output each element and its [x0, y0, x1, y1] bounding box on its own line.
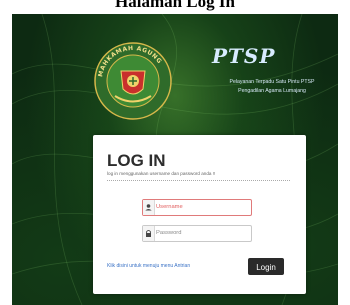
username-field[interactable] [142, 199, 252, 216]
login-screen: MAHKAMAH AGUNG PTSP Pelayanan Terpadu Sa… [12, 14, 338, 305]
password-input[interactable] [156, 227, 248, 239]
mahkamah-agung-emblem: MAHKAMAH AGUNG [94, 42, 172, 120]
login-subtitle: log in menggunakan username dan password… [107, 171, 216, 176]
ptsp-logo: PTSP [212, 44, 276, 68]
divider [107, 180, 290, 181]
user-icon [143, 200, 155, 215]
lock-icon [143, 226, 155, 241]
brand-subtitle-line2: Pengadilan Agama Lumajang [238, 88, 306, 94]
antrian-link[interactable]: Klik disini untuk menuju menu Antrian [107, 263, 190, 269]
login-title: LOG IN [107, 151, 166, 170]
password-field[interactable] [142, 225, 252, 242]
page-caption: Halaman Log In [115, 0, 235, 11]
username-input[interactable] [156, 201, 248, 213]
brand-subtitle-line1: Pelayanan Terpadu Satu Pintu PTSP [229, 79, 315, 85]
login-card: LOG IN log in menggunakan username dan p… [93, 135, 306, 294]
login-button[interactable]: Login [248, 258, 284, 275]
brand-subtitle: Pelayanan Terpadu Satu Pintu PTSP Pengad… [197, 78, 338, 96]
